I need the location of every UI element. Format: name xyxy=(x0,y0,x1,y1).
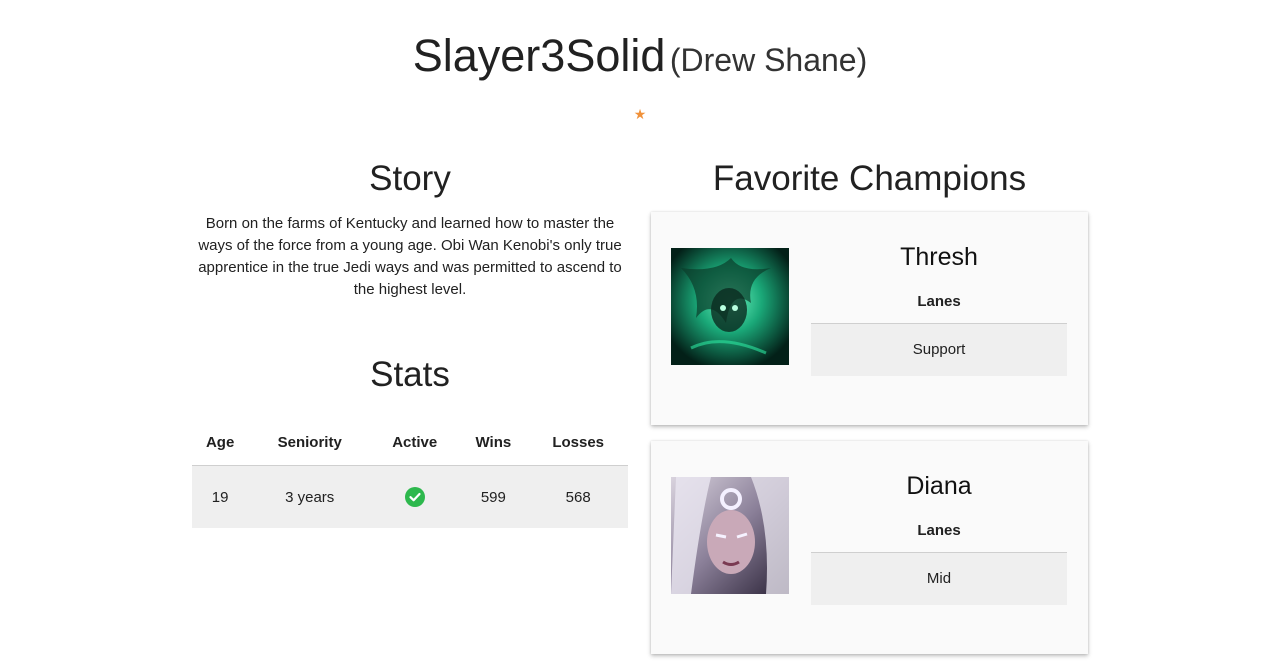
star-icon: ★ xyxy=(633,106,647,122)
champion-info: Thresh Lanes Support xyxy=(811,240,1067,376)
diana-portrait xyxy=(671,477,789,594)
favorite-champions-title: Favorite Champions xyxy=(712,159,1027,198)
profile-header: Slayer3Solid (Drew Shane) xyxy=(0,30,1280,82)
lanes-label: Lanes xyxy=(811,289,1067,324)
stats-losses: 568 xyxy=(528,465,628,528)
lanes-label: Lanes xyxy=(811,518,1067,553)
stats-active xyxy=(371,465,459,528)
stats-table: Age Seniority Active Wins Losses 19 3 ye… xyxy=(192,419,628,528)
stats-seniority: 3 years xyxy=(248,465,372,528)
champion-name: Diana xyxy=(906,472,972,500)
stats-col-losses: Losses xyxy=(528,419,628,466)
stats-col-age: Age xyxy=(192,419,249,466)
champion-card-diana[interactable]: Diana Lanes Mid xyxy=(651,441,1088,654)
lane-value: Mid xyxy=(811,553,1067,605)
real-name: (Drew Shane) xyxy=(669,42,868,78)
story-text: Born on the farms of Kentucky and learne… xyxy=(198,215,622,298)
table-row: 19 3 years 599 568 xyxy=(192,465,628,528)
stats-col-active: Active xyxy=(371,419,459,466)
champion-info: Diana Lanes Mid xyxy=(811,469,1067,605)
left-column: Story Born on the farms of Kentucky and … xyxy=(192,155,628,528)
stats-title: Stats xyxy=(370,355,450,394)
stats-col-seniority: Seniority xyxy=(248,419,372,466)
lane-value: Support xyxy=(811,324,1067,376)
stats-col-wins: Wins xyxy=(458,419,529,466)
thresh-portrait xyxy=(671,248,789,365)
champion-card-thresh[interactable]: Thresh Lanes Support xyxy=(651,212,1088,425)
check-circle-icon xyxy=(404,487,425,507)
stats-header-row: Age Seniority Active Wins Losses xyxy=(192,419,628,466)
story-title: Story xyxy=(369,159,451,198)
stats-age: 19 xyxy=(192,465,249,528)
champion-name: Thresh xyxy=(900,243,978,271)
username: Slayer3Solid xyxy=(412,30,666,81)
right-column: Favorite Champions Thresh Lanes Support … xyxy=(651,155,1088,654)
stats-wins: 599 xyxy=(458,465,529,528)
